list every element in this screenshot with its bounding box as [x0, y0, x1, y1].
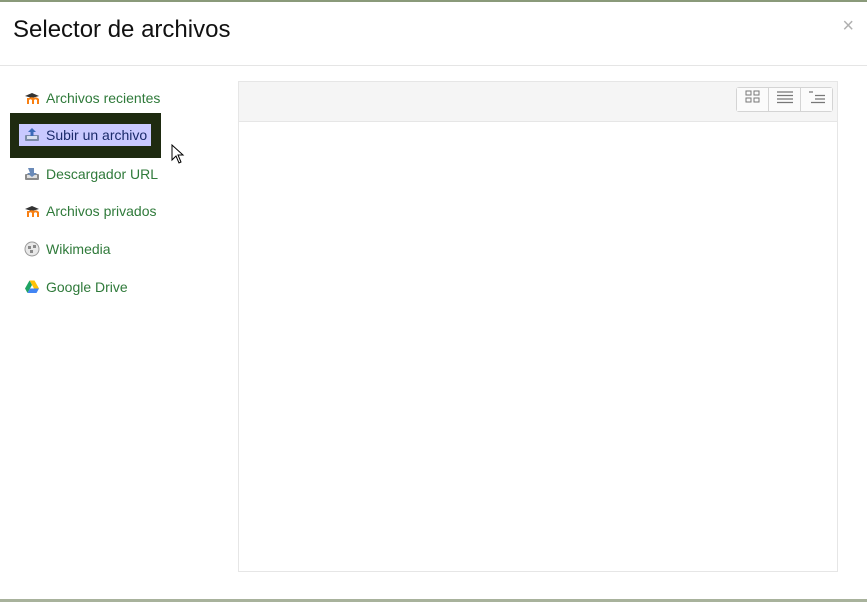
mouse-pointer-icon	[171, 143, 185, 169]
list-view-button[interactable]	[769, 88, 801, 111]
dialog-title: Selector de archivos	[13, 16, 231, 43]
sidebar-item-wikimedia[interactable]: Wikimedia	[24, 238, 111, 260]
file-toolbar	[239, 82, 837, 122]
sidebar-item-recent-files[interactable]: Archivos recientes	[24, 87, 160, 109]
grid-icon	[745, 90, 761, 109]
sidebar-item-label: Google Drive	[46, 279, 128, 295]
close-icon[interactable]: ×	[842, 16, 854, 36]
sidebar-item-private-files[interactable]: Archivos privados	[24, 200, 157, 222]
upload-icon	[24, 127, 40, 143]
sidebar-item-label: Archivos recientes	[46, 90, 161, 106]
sidebar-item-label: Archivos privados	[46, 203, 157, 219]
tree-list-icon	[808, 90, 826, 109]
sidebar-item-upload-file[interactable]: Subir un archivo	[19, 124, 152, 146]
moodle-icon	[24, 203, 40, 219]
sidebar-item-label: Subir un archivo	[46, 125, 152, 145]
view-switcher	[736, 87, 833, 112]
wikimedia-icon	[24, 241, 40, 257]
dialog-header: Selector de archivos ×	[0, 2, 867, 66]
google-drive-icon	[24, 279, 40, 295]
sidebar-item-google-drive[interactable]: Google Drive	[24, 276, 128, 298]
tree-view-button[interactable]	[801, 88, 832, 111]
moodle-icon	[24, 90, 40, 106]
icons-view-button[interactable]	[737, 88, 769, 111]
sidebar-item-label: Wikimedia	[46, 241, 111, 257]
list-icon	[776, 90, 794, 109]
url-download-icon	[24, 166, 40, 182]
sidebar-item-url-downloader[interactable]: Descargador URL	[24, 163, 158, 185]
sidebar-item-label: Descargador URL	[46, 166, 159, 182]
file-browser-panel	[238, 81, 838, 572]
